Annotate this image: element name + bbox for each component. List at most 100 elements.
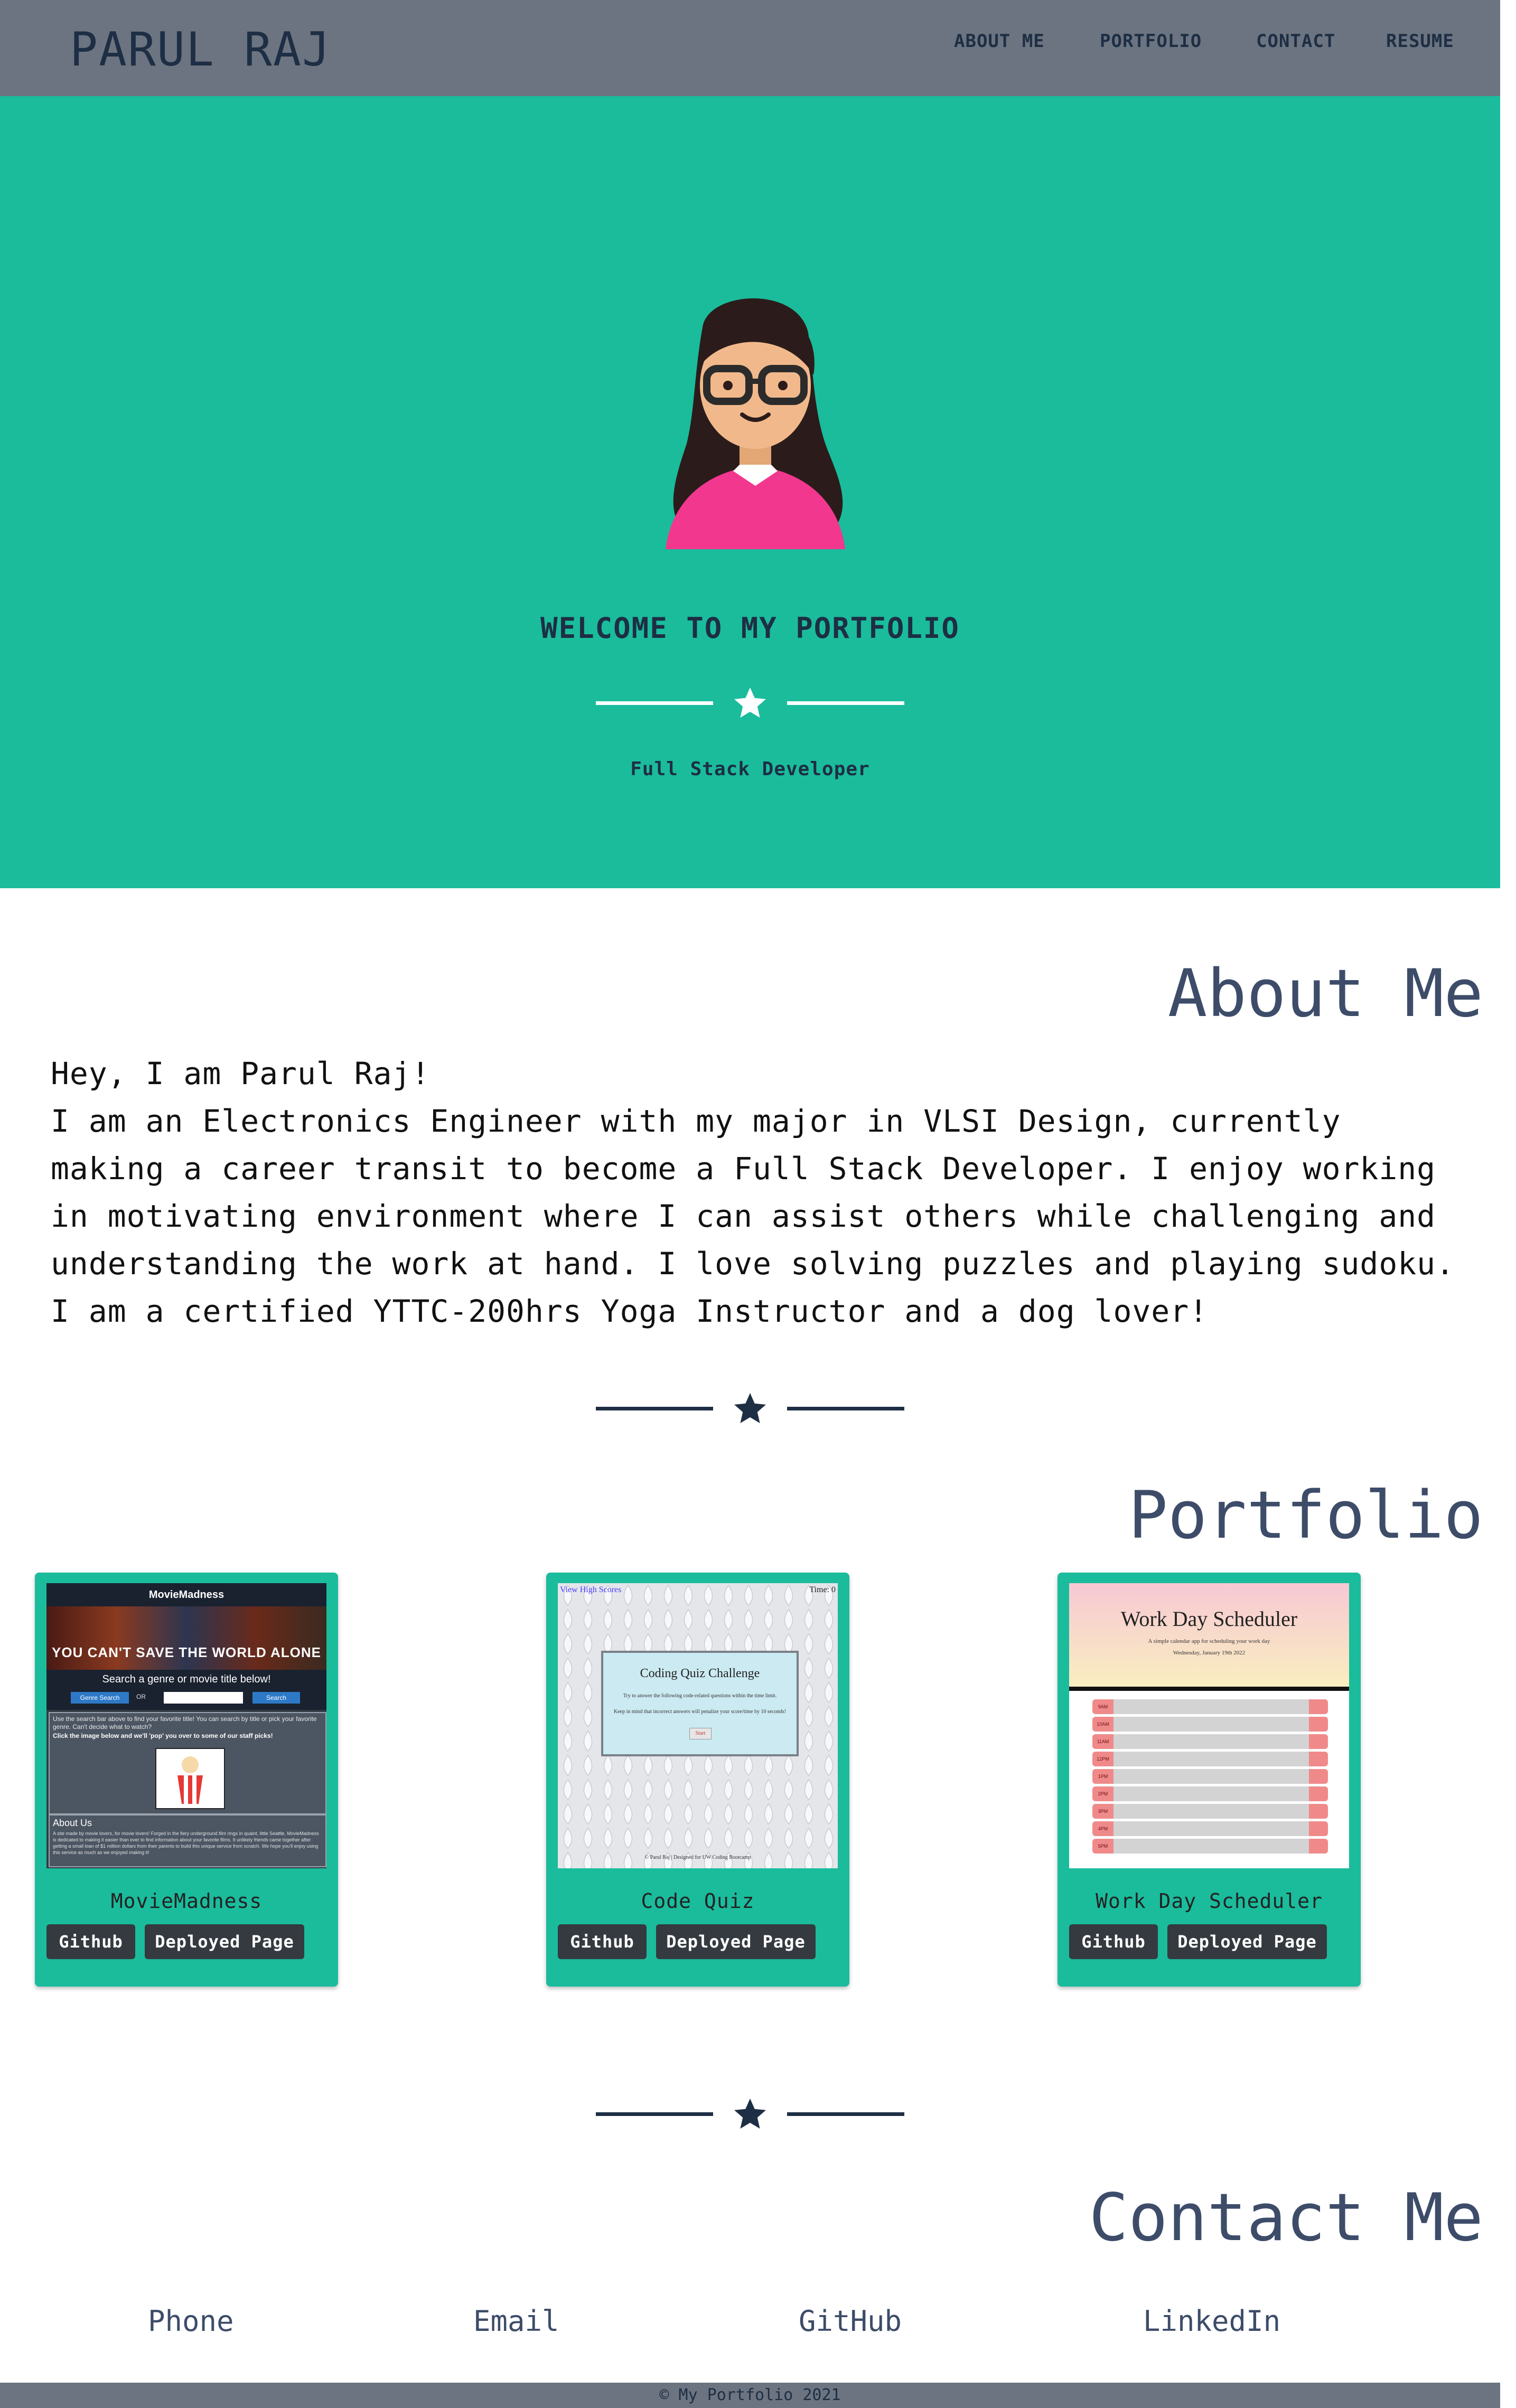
- preview-hour-label: 12PM: [1092, 1752, 1113, 1766]
- preview-hour-textarea: [1113, 1769, 1309, 1784]
- star-icon: [734, 2099, 766, 2129]
- project-card-work-day-scheduler: Work Day Scheduler A simple calendar app…: [1058, 1573, 1361, 1987]
- preview-date: Wednesday, January 19th 2022: [1173, 1650, 1246, 1656]
- preview-footer-text: © Parul Raj | Designed for UW Coding Boo…: [644, 1855, 751, 1860]
- preview-hour-textarea: [1113, 1839, 1309, 1854]
- preview-hour-label: 11AM: [1092, 1734, 1113, 1749]
- divider-line-left: [596, 701, 713, 705]
- preview-save-icon: [1309, 1752, 1328, 1766]
- preview-quiz-text-2: Keep in mind that incorrect answers will…: [614, 1709, 787, 1715]
- preview-hour-textarea: [1113, 1717, 1309, 1732]
- star-icon: [734, 1393, 766, 1423]
- contact-link-linkedin[interactable]: LinkedIn: [1143, 2304, 1280, 2338]
- preview-quiz-box: Coding Quiz Challenge Try to answer the …: [601, 1651, 799, 1756]
- preview-hour-row: 2PM: [1092, 1786, 1328, 1802]
- preview-search-prompt: Search a genre or movie title below!: [46, 1670, 326, 1689]
- preview-hour-row: 1PM: [1092, 1769, 1328, 1784]
- contact-link-github[interactable]: GitHub: [799, 2304, 902, 2338]
- github-button[interactable]: Github: [46, 1924, 135, 1959]
- preview-search-input: [164, 1692, 243, 1704]
- project-card-code-quiz: View High Scores Time: 0 Coding Quiz Cha…: [546, 1573, 849, 1987]
- preview-cta-text: Click the image below and we'll 'pop' yo…: [53, 1732, 273, 1739]
- preview-save-icon: [1309, 1839, 1328, 1854]
- project-title: Code Quiz: [641, 1889, 755, 1913]
- preview-hour-label: 5PM: [1092, 1839, 1113, 1854]
- github-button[interactable]: Github: [558, 1924, 647, 1959]
- divider-line-right: [787, 1407, 904, 1410]
- preview-quiz-title: Coding Quiz Challenge: [640, 1667, 760, 1680]
- about-text: I am an Electronics Engineer with my maj…: [51, 1103, 1474, 1329]
- preview-hour-textarea: [1113, 1786, 1309, 1802]
- preview-hour-label: 1PM: [1092, 1769, 1113, 1784]
- preview-hour-label: 10AM: [1092, 1717, 1113, 1732]
- preview-genre-button: Genre Search: [71, 1692, 129, 1704]
- contact-link-email[interactable]: Email: [473, 2304, 559, 2338]
- project-card-moviemadness: MovieMadness YOU CAN'T SAVE THE WORLD AL…: [35, 1573, 338, 1987]
- about-heading: About Me: [1167, 956, 1483, 1032]
- preview-view-scores: View High Scores: [560, 1585, 622, 1594]
- preview-info-text: Use the search bar above to find your fa…: [53, 1715, 317, 1730]
- preview-hour-row: 12PM: [1092, 1752, 1328, 1767]
- preview-hour-textarea: [1113, 1734, 1309, 1749]
- preview-app-title: MovieMadness: [46, 1583, 326, 1606]
- about-greeting: Hey, I am Parul Raj!: [51, 1056, 431, 1092]
- portfolio-heading: Portfolio: [1128, 1478, 1483, 1554]
- deployed-page-button[interactable]: Deployed Page: [145, 1924, 304, 1959]
- preview-save-icon: [1309, 1769, 1328, 1784]
- preview-hour-row: 10AM: [1092, 1717, 1328, 1732]
- preview-hour-row: 4PM: [1092, 1821, 1328, 1837]
- divider-line-left: [596, 1407, 713, 1410]
- nav-about-me[interactable]: ABOUT ME: [954, 31, 1045, 52]
- preview-hour-textarea: [1113, 1752, 1309, 1767]
- preview-hour-row: 5PM: [1092, 1839, 1328, 1854]
- brand-name[interactable]: PARUL RAJ: [70, 22, 331, 77]
- preview-search-button: Search: [252, 1692, 300, 1704]
- preview-hour-label: 4PM: [1092, 1821, 1113, 1836]
- divider-line-left: [596, 2112, 713, 2116]
- preview-about-heading: About Us: [53, 1818, 92, 1828]
- divider-line-right: [787, 701, 904, 705]
- project-screenshot[interactable]: View High Scores Time: 0 Coding Quiz Cha…: [558, 1583, 838, 1868]
- divider-line-right: [787, 2112, 904, 2116]
- github-button[interactable]: Github: [1069, 1924, 1158, 1959]
- preview-save-icon: [1309, 1804, 1328, 1819]
- preview-start-button: Start: [689, 1728, 712, 1739]
- preview-app-title: Work Day Scheduler: [1120, 1607, 1298, 1631]
- project-title: Work Day Scheduler: [1096, 1889, 1323, 1913]
- contact-heading: Contact Me: [1089, 2180, 1483, 2256]
- avatar: [666, 298, 845, 549]
- preview-or-text: OR: [136, 1693, 146, 1700]
- project-title: MovieMadness: [110, 1889, 263, 1913]
- nav-portfolio[interactable]: PORTFOLIO: [1100, 31, 1202, 52]
- nav-resume[interactable]: RESUME: [1386, 31, 1454, 52]
- nav-contact[interactable]: CONTACT: [1256, 31, 1335, 52]
- preview-about-text: A site made by movie lovers, for movie l…: [53, 1831, 319, 1855]
- popcorn-image: [155, 1748, 225, 1809]
- preview-hour-textarea: [1113, 1804, 1309, 1819]
- contact-link-phone[interactable]: Phone: [148, 2304, 234, 2338]
- deployed-page-button[interactable]: Deployed Page: [1167, 1924, 1327, 1959]
- preview-hour-label: 9AM: [1092, 1699, 1113, 1714]
- preview-save-icon: [1309, 1821, 1328, 1836]
- preview-hour-row: 9AM: [1092, 1699, 1328, 1715]
- project-screenshot[interactable]: Work Day Scheduler A simple calendar app…: [1069, 1583, 1349, 1868]
- project-screenshot[interactable]: MovieMadness YOU CAN'T SAVE THE WORLD AL…: [46, 1583, 326, 1868]
- preview-tagline: A simple calendar app for scheduling you…: [1148, 1638, 1270, 1644]
- preview-hour-row: 11AM: [1092, 1734, 1328, 1749]
- preview-save-icon: [1309, 1734, 1328, 1749]
- site-footer: © My Portfolio 2021: [0, 2383, 1500, 2408]
- hero-subtitle: Full Stack Developer: [630, 758, 870, 780]
- preview-hour-textarea: [1113, 1699, 1309, 1715]
- preview-banner: YOU CAN'T SAVE THE WORLD ALONE: [46, 1606, 326, 1670]
- preview-hour-label: 3PM: [1092, 1804, 1113, 1819]
- deployed-page-button[interactable]: Deployed Page: [656, 1924, 816, 1959]
- preview-save-icon: [1309, 1786, 1328, 1801]
- preview-hour-textarea: [1113, 1821, 1309, 1837]
- preview-jumbotron: Work Day Scheduler A simple calendar app…: [1069, 1583, 1349, 1687]
- hero-title: WELCOME TO MY PORTFOLIO: [540, 612, 960, 645]
- preview-save-icon: [1309, 1717, 1328, 1732]
- star-icon: [734, 688, 766, 718]
- preview-time: Time: 0: [809, 1585, 836, 1594]
- preview-hour-label: 2PM: [1092, 1786, 1113, 1801]
- preview-hour-row: 3PM: [1092, 1804, 1328, 1819]
